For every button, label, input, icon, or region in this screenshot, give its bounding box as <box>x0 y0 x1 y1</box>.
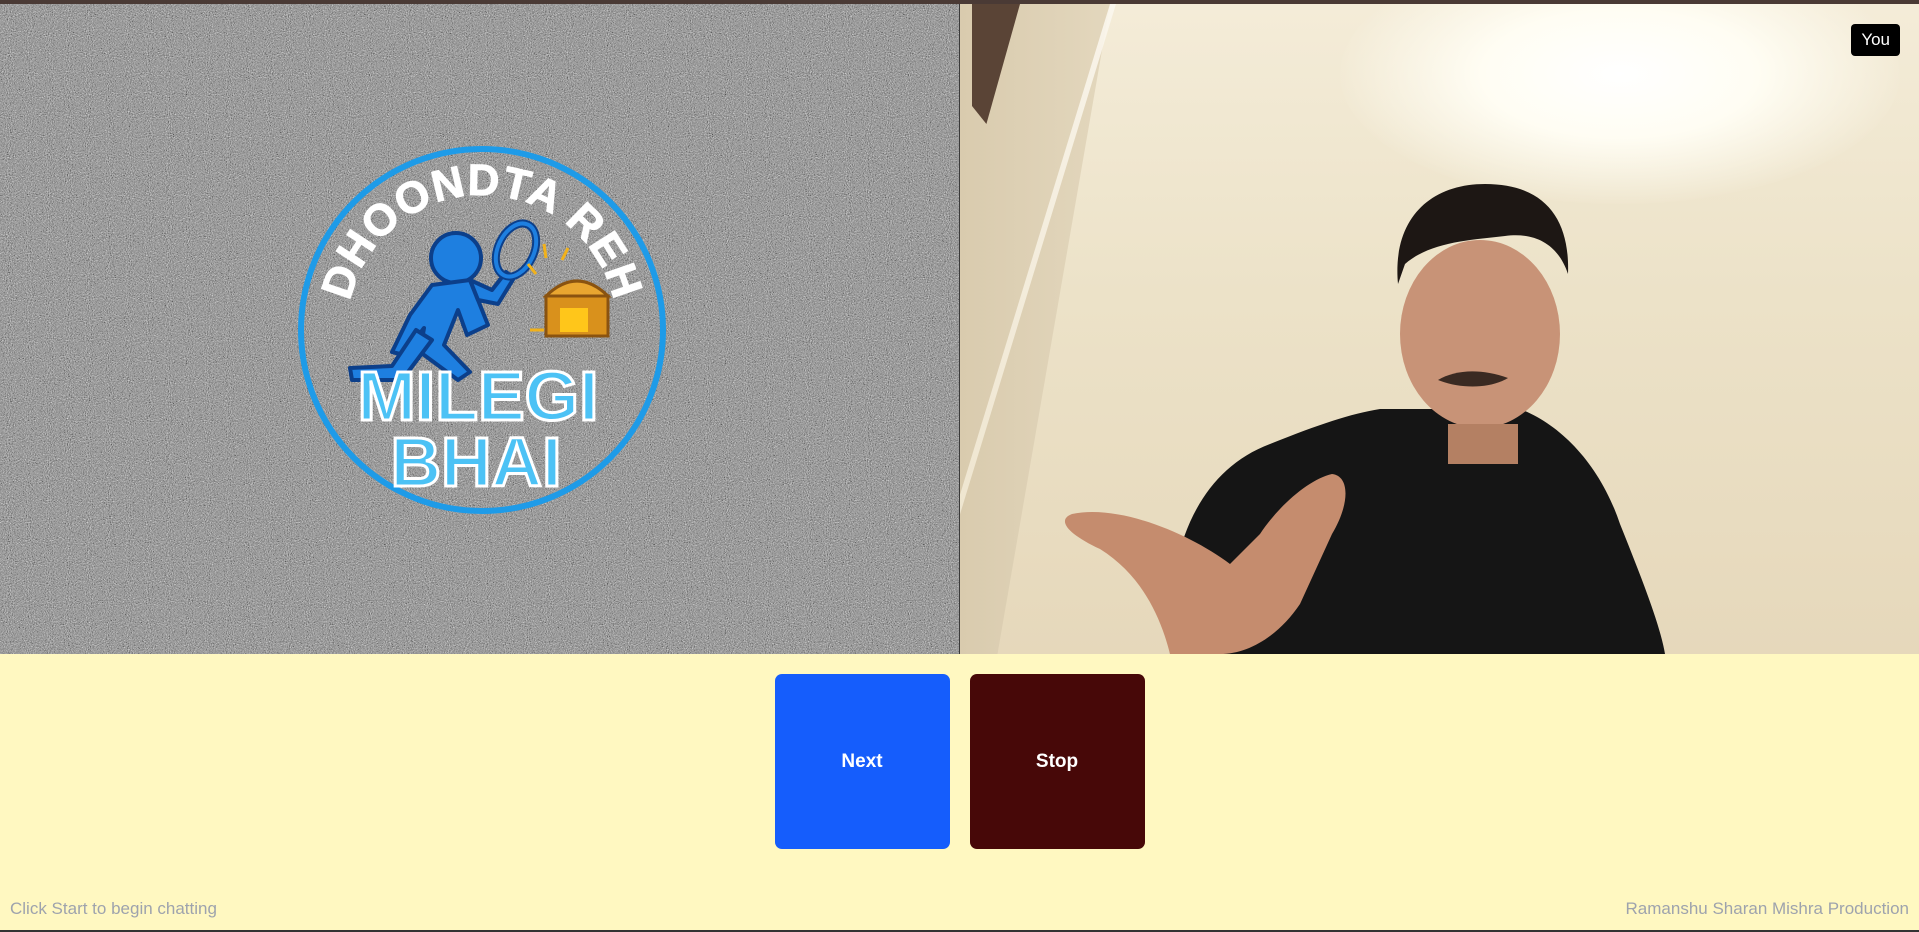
stop-button[interactable]: Stop <box>969 674 1145 849</box>
remote-video: DHOONDTA REH MILEGI BHAI <box>0 4 959 654</box>
svg-text:DHOONDTA REH: DHOONDTA REH <box>312 156 652 305</box>
webcam-person <box>960 4 1919 654</box>
next-button[interactable]: Next <box>774 674 950 849</box>
app-logo: DHOONDTA REH MILEGI BHAI <box>292 140 672 520</box>
you-badge: You <box>1851 24 1900 56</box>
logo-line2: BHAI <box>390 423 561 501</box>
local-video: You <box>960 4 1919 654</box>
credit-text: Ramanshu Sharan Mishra Production <box>1625 899 1909 918</box>
controls-bar: Next Stop <box>0 674 1919 849</box>
status-message: Click Start to begin chatting <box>10 899 217 918</box>
logo-top-text: DHOONDTA REH <box>312 155 652 305</box>
video-area: DHOONDTA REH MILEGI BHAI You <box>0 4 1919 654</box>
